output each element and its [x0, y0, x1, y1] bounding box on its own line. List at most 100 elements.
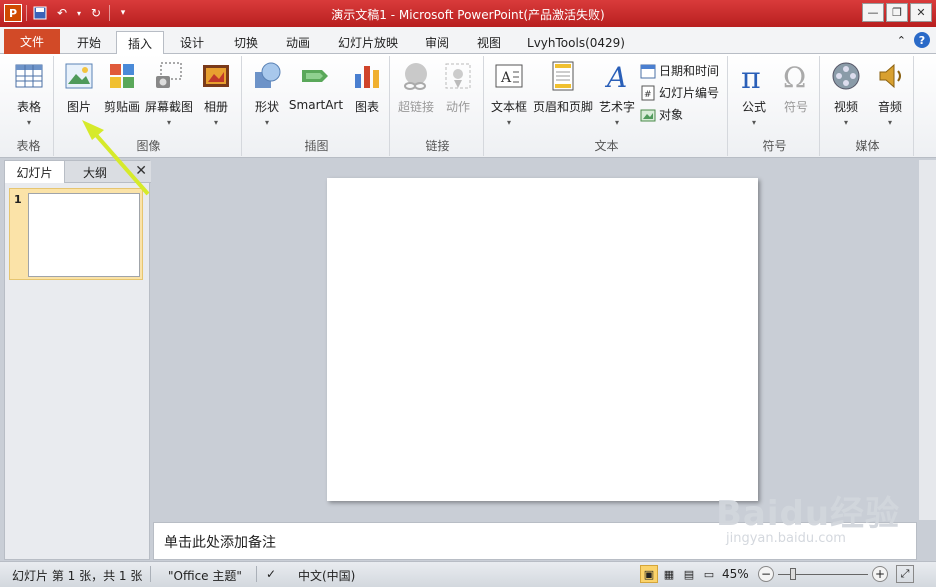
slide-number-button[interactable]: # 幻灯片编号 [640, 84, 719, 101]
svg-text:π: π [741, 61, 761, 92]
slide-number-button-label: 幻灯片编号 [659, 86, 720, 100]
minimize-button[interactable]: — [862, 3, 884, 22]
tab-insert[interactable]: 插入 [116, 31, 164, 55]
table-button-label: 表格 [16, 100, 41, 114]
tab-lvyhtools[interactable]: LvyhTools(0429) [522, 31, 630, 54]
chart-button[interactable]: 图表 [348, 60, 386, 115]
status-separator [150, 566, 151, 582]
minimize-ribbon-icon[interactable]: ⌃ [897, 34, 906, 47]
screenshot-button-label: 屏幕截图 [144, 100, 193, 114]
tab-design[interactable]: 设计 [168, 31, 216, 54]
chevron-down-icon: ▾ [614, 118, 619, 127]
hyperlink-icon [404, 63, 427, 90]
vertical-scrollbar[interactable] [919, 160, 936, 520]
slide-sorter-icon[interactable]: ▦ [660, 565, 678, 583]
help-icon[interactable]: ? [914, 32, 930, 48]
tab-home[interactable]: 开始 [66, 31, 112, 54]
svg-text:A: A [604, 61, 627, 92]
hyperlink-button[interactable]: 超链接 [396, 60, 436, 115]
hyperlink-button-label: 超链接 [397, 100, 434, 114]
fit-to-window-icon[interactable]: ⤢ [896, 565, 914, 583]
tab-slides[interactable]: 幻灯片 [5, 161, 65, 183]
zoom-out-button[interactable]: − [758, 566, 774, 582]
tab-file[interactable]: 文件 [4, 29, 60, 54]
group-symbols: π 公式 ▾ Ω 符号 符号 [730, 56, 820, 156]
action-icon [445, 63, 471, 89]
datetime-button[interactable]: 日期和时间 [640, 62, 719, 79]
equation-button[interactable]: π 公式 ▾ [734, 60, 774, 127]
wordart-button-label: 艺术字 [598, 100, 635, 114]
object-button-label: 对象 [659, 108, 684, 122]
reading-view-icon[interactable]: ▤ [680, 565, 698, 583]
panel-tabs: 幻灯片 大纲 ✕ [5, 161, 151, 183]
slideshow-view-icon[interactable]: ▭ [700, 565, 718, 583]
normal-view-icon[interactable]: ▣ [640, 565, 658, 583]
film-reel-icon [832, 62, 860, 90]
tab-slideshow[interactable]: 幻灯片放映 [328, 31, 408, 54]
svg-text:Ω: Ω [783, 61, 806, 92]
video-button[interactable]: 视频 ▾ [826, 60, 866, 127]
chevron-down-icon: ▾ [166, 118, 171, 127]
zoom-level[interactable]: 45% [722, 567, 749, 581]
shapes-button[interactable]: 形状 ▾ [248, 60, 286, 127]
action-button[interactable]: 动作 [440, 60, 476, 115]
close-panel-icon[interactable]: ✕ [135, 163, 147, 179]
photo-album-button[interactable]: 相册 ▾ [196, 60, 236, 127]
baidu-watermark: Baidu经验 jingyan.baidu.com [716, 486, 900, 546]
group-label-links: 链接 [425, 139, 450, 153]
photo-album-button-label: 相册 [203, 100, 228, 114]
group-label-images: 图像 [136, 139, 161, 153]
object-button[interactable]: 对象 [640, 106, 683, 123]
screenshot-button[interactable]: 屏幕截图 ▾ [144, 60, 194, 127]
tab-review[interactable]: 审阅 [414, 31, 460, 54]
tab-transitions[interactable]: 切换 [222, 31, 270, 54]
header-footer-button-label: 页眉和页脚 [532, 100, 593, 114]
omega-icon: Ω [783, 61, 806, 92]
group-label-illustrations: 插图 [304, 139, 329, 153]
clipart-button[interactable]: 剪贴画 [102, 60, 142, 115]
restore-button[interactable]: ❐ [886, 3, 908, 22]
svg-text:A: A [500, 70, 512, 86]
ribbon-tab-row: 文件 开始 插入 设计 切换 动画 幻灯片放映 审阅 视图 LvyhTools(… [0, 27, 936, 55]
close-button[interactable]: ✕ [910, 3, 932, 22]
group-images: 图片 剪贴画 屏幕截图 ▾ 相册 ▾ 图像 [56, 56, 242, 156]
zoom-slider-thumb[interactable] [790, 568, 796, 580]
spellcheck-icon[interactable]: ✓ [266, 567, 276, 581]
tab-outline[interactable]: 大纲 [67, 161, 123, 183]
symbol-button-label: 符号 [783, 100, 808, 114]
watermark-main: Baidu经验 [716, 494, 901, 534]
group-label-table: 表格 [16, 139, 41, 153]
tab-animations[interactable]: 动画 [274, 31, 322, 54]
slide-thumbnail[interactable]: 1 [9, 188, 143, 280]
tab-view[interactable]: 视图 [466, 31, 512, 54]
video-button-label: 视频 [833, 100, 858, 114]
header-footer-icon [552, 61, 574, 91]
notes-placeholder: 单击此处添加备注 [164, 535, 276, 551]
textbox-button-label: 文本框 [490, 100, 527, 114]
status-bar: 幻灯片 第 1 张，共 1 张 "Office 主题" ✓ 中文(中国) ▣ ▦… [0, 561, 936, 587]
screenshot-icon [156, 62, 182, 88]
group-text: A 文本框 ▾ 页眉和页脚 A 艺术字 ▾ 日期和时间 # 幻灯片编号 对象 文… [486, 56, 728, 156]
header-footer-button[interactable]: 页眉和页脚 [532, 60, 594, 115]
current-slide[interactable] [327, 178, 758, 501]
smartart-icon [302, 70, 328, 82]
picture-button[interactable]: 图片 [60, 60, 98, 115]
group-label-symbols: 符号 [762, 139, 787, 153]
symbol-button[interactable]: Ω 符号 [776, 60, 816, 115]
photo-album-icon [203, 65, 229, 87]
audio-button[interactable]: 音频 ▾ [870, 60, 910, 127]
picture-icon [65, 63, 93, 89]
smartart-button[interactable]: SmartArt [288, 60, 344, 112]
language-status[interactable]: 中文(中国) [298, 567, 355, 584]
zoom-in-button[interactable]: + [872, 566, 888, 582]
action-button-label: 动作 [445, 100, 470, 114]
ribbon-right-controls: ⌃ ? [897, 32, 930, 48]
chevron-down-icon: ▾ [506, 118, 511, 127]
textbox-button[interactable]: A 文本框 ▾ [488, 60, 530, 127]
slide-number-icon: # [641, 85, 655, 100]
table-button[interactable]: 表格 ▾ [8, 60, 50, 127]
title-bar: P ↶ ▾ ↻ ▾ 演示文稿1 - Microsoft PowerPoint(产… [0, 0, 936, 27]
chart-icon [355, 66, 379, 88]
wordart-button[interactable]: A 艺术字 ▾ [596, 60, 638, 127]
theme-status[interactable]: "Office 主题" [168, 567, 242, 584]
